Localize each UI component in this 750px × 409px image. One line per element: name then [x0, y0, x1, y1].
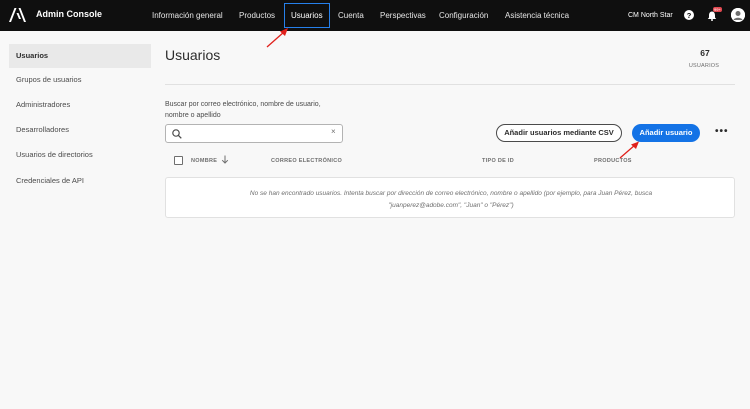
nav-insights[interactable]: Perspectivas: [380, 3, 426, 28]
nav-support[interactable]: Asistencia técnica: [505, 3, 569, 28]
empty-state: No se han encontrado usuarios. Intenta b…: [165, 177, 735, 218]
divider: [165, 84, 735, 85]
user-count-label: USUARIOS: [688, 63, 720, 69]
search-box[interactable]: ×: [165, 124, 343, 143]
bell-icon[interactable]: [707, 11, 717, 21]
more-options-icon[interactable]: •••: [715, 126, 729, 137]
sidebar-item-users[interactable]: Usuarios: [9, 44, 151, 68]
sidebar-item-directory-users[interactable]: Usuarios de directorios: [9, 143, 151, 167]
column-name[interactable]: NOMBRE: [191, 158, 217, 164]
table-header: NOMBRE CORREO ELECTRÓNICO TIPO DE ID PRO…: [165, 152, 735, 170]
search-label: Buscar por correo electrónico, nombre de…: [165, 101, 321, 119]
sidebar-item-user-groups[interactable]: Grupos de usuarios: [9, 68, 151, 92]
nav-account[interactable]: Cuenta: [338, 3, 364, 28]
sidebar-item-api-credentials[interactable]: Credenciales de API: [9, 169, 151, 193]
user-count: 67: [700, 48, 710, 58]
sidebar-item-developers[interactable]: Desarrolladores: [9, 118, 151, 142]
search-input[interactable]: [184, 127, 324, 140]
column-id-type: TIPO DE ID: [482, 158, 515, 164]
user-avatar-icon: [731, 8, 745, 22]
clear-icon[interactable]: ×: [331, 127, 336, 136]
empty-state-message: No se han encontrado usuarios. Intenta b…: [249, 190, 653, 209]
top-bar: Admin Console Información general Produc…: [0, 0, 750, 31]
app-title[interactable]: Admin Console: [36, 9, 102, 19]
annotation-arrow-icon: [619, 141, 639, 159]
avatar[interactable]: [731, 8, 745, 22]
select-all-checkbox[interactable]: [174, 156, 183, 165]
nav-users[interactable]: Usuarios: [284, 3, 330, 28]
sort-down-icon[interactable]: [221, 155, 229, 164]
annotation-arrow-icon: [266, 28, 288, 48]
adobe-logo[interactable]: [9, 8, 26, 22]
page-title: Usuarios: [165, 47, 221, 63]
nav-products[interactable]: Productos: [239, 3, 275, 28]
svg-text:?: ?: [687, 11, 692, 20]
notification-badge: 99+: [713, 7, 722, 12]
nav-settings[interactable]: Configuración: [439, 3, 488, 28]
add-users-csv-button[interactable]: Añadir usuarios mediante CSV: [496, 124, 622, 142]
org-switcher[interactable]: CM North Star: [628, 12, 673, 19]
sidebar-item-administrators[interactable]: Administradores: [9, 93, 151, 117]
nav-overview[interactable]: Información general: [152, 3, 223, 28]
help-icon[interactable]: ?: [684, 10, 694, 20]
search-icon: [172, 129, 182, 139]
column-email: CORREO ELECTRÓNICO: [271, 158, 343, 164]
